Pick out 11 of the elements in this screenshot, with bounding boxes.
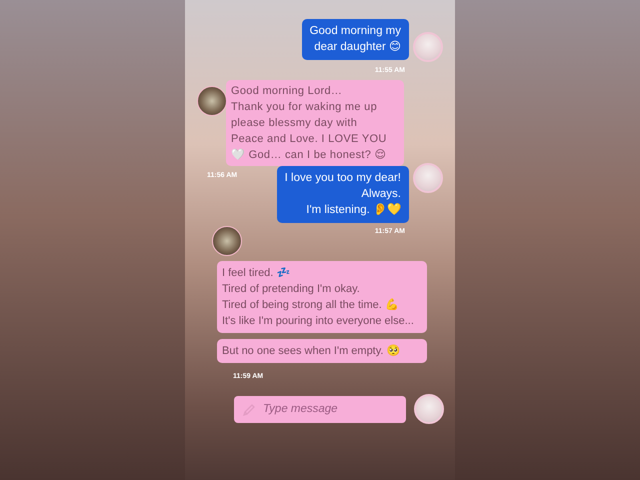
message-input[interactable]: Type message (234, 396, 406, 422)
avatar (413, 32, 443, 62)
message-bubble: Good morning Lord… Thank you for waking me up please blessmy day with Peace and Love. I LOVE YOU 🤍 God… can I be honest? 😌 (226, 80, 404, 166)
message-bubble: But no one sees when I'm empty. 🥺 (217, 339, 427, 363)
avatar (212, 226, 242, 256)
avatar (197, 86, 227, 116)
avatar (414, 394, 444, 424)
message-bubble: I feel tired. 💤 Tired of pretending I'm okay. Tired of being strong all the time. 💪 It's like I'm pouring into everyone else... (217, 261, 427, 333)
avatar (413, 163, 443, 193)
message-bubble: Good morning my dear daughter 😊 (302, 19, 409, 60)
message-bubble: I love you too my dear! Always. I'm listening. 👂💛 (276, 166, 409, 223)
